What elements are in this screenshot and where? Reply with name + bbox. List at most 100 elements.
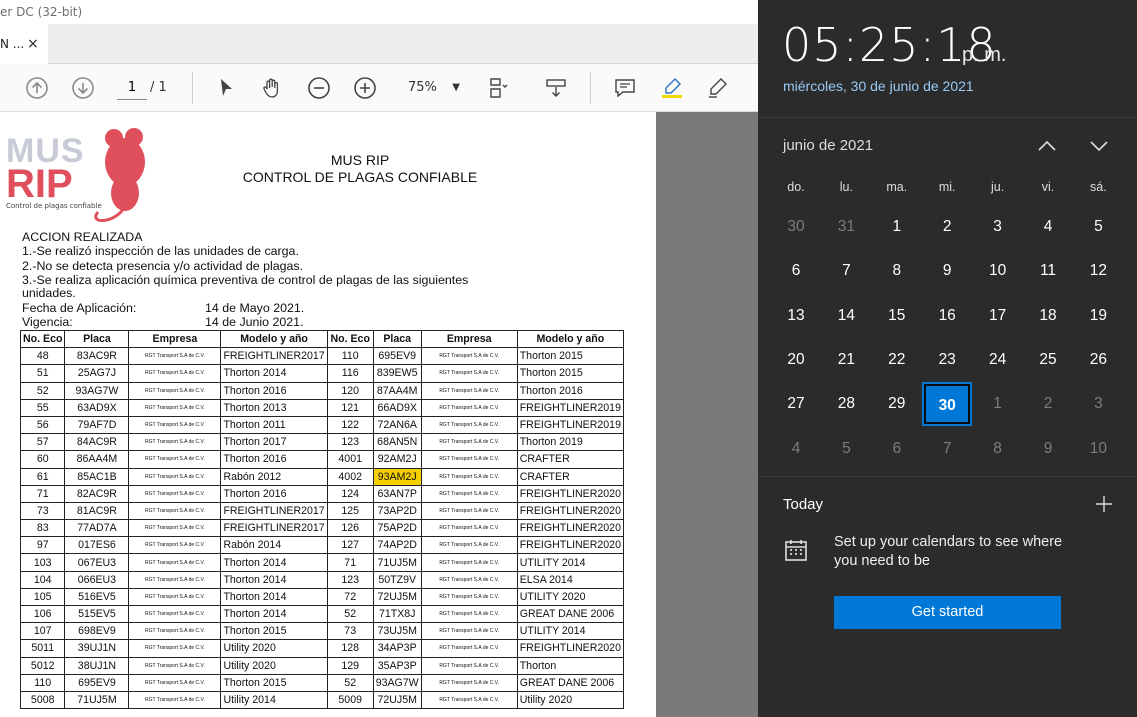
table-row: 106 515EV5 RGT Transport S.A de C.V. Thorto… [19,604,624,624]
empresa-cell: RGT Transport S.A de C.V. [420,570,518,589]
calendar-day[interactable]: 1 [874,207,920,247]
document-tab[interactable]: N ... × [0,24,48,64]
calendar-day[interactable]: 12 [1075,251,1121,291]
empresa-cell: RGT Transport S.A de C.V. [128,604,222,624]
calendar-day[interactable]: 29 [874,384,920,424]
calendar-day[interactable]: 5 [823,429,869,469]
calendar-day[interactable]: 23 [924,340,970,380]
next-page-icon[interactable] [70,75,96,101]
table-cell: 68AN5N [372,433,422,452]
calendar-day[interactable]: 4 [773,429,819,469]
table-cell: 129 [326,656,374,675]
calendar-day[interactable]: 3 [975,207,1021,247]
table-cell: 61 [19,467,66,486]
empresa-cell: RGT Transport S.A de C.V. [420,433,518,452]
table-cell: 121 [326,398,374,417]
fecha-label: Fecha de Aplicación: [22,301,137,315]
table-cell: 82AC9R [64,484,130,503]
calendar-day[interactable]: 2 [1025,384,1071,424]
calendar-day[interactable]: 24 [975,340,1021,380]
table-cell: 66AD9X [372,398,422,417]
logo-tagline: Control de plagas confiable [6,202,102,210]
calendar-day[interactable]: 5 [1075,207,1121,247]
table-cell: FREIGHTLINER2020 [516,484,624,503]
add-event-icon[interactable] [1094,494,1114,514]
calendar-day[interactable]: 10 [1075,429,1121,469]
calendar-day[interactable]: 21 [823,340,869,380]
calendar-day[interactable]: 19 [1075,296,1121,336]
calendar-day-today[interactable]: 30 [922,382,973,427]
scroll-mode-icon[interactable] [543,75,569,101]
calendar-day[interactable]: 11 [1025,251,1071,291]
empresa-cell: RGT Transport S.A de C.V. [128,622,222,641]
calendar-day[interactable]: 6 [874,429,920,469]
calendar-day[interactable]: 2 [924,207,970,247]
calendar-day[interactable]: 4 [1025,207,1071,247]
calendar-day[interactable]: 14 [823,296,869,336]
calendar-day[interactable]: 9 [924,251,970,291]
empresa-cell: RGT Transport S.A de C.V. [128,467,222,486]
chevron-down-icon[interactable] [1088,135,1110,157]
long-date-link[interactable]: miércoles, 30 de junio de 2021 [783,78,974,94]
comment-icon[interactable] [612,75,638,101]
table-cell: 51 [19,364,66,383]
calendar-day[interactable]: 3 [1075,384,1121,424]
table-cell: Utility 2014 [220,690,328,710]
table-cell: FREIGHTLINER2020 [516,519,624,538]
empresa-cell: RGT Transport S.A de C.V. [420,656,518,675]
empresa-cell: RGT Transport S.A de C.V. [128,656,222,675]
page-total: / 1 [150,80,167,95]
calendar-day[interactable]: 9 [1025,429,1071,469]
hand-tool-icon[interactable] [259,75,285,101]
highlighter-icon[interactable] [659,75,685,101]
calendar-day[interactable]: 6 [773,251,819,291]
action-heading: ACCION REALIZADA [22,230,143,244]
tab-close-icon[interactable]: × [27,24,39,64]
sign-icon[interactable] [705,75,731,101]
calendar-day[interactable]: 16 [924,296,970,336]
table-cell: 73 [19,501,66,521]
calendar-day[interactable]: 15 [874,296,920,336]
fit-page-icon[interactable] [485,75,511,101]
empresa-cell: RGT Transport S.A de C.V. [420,553,518,572]
empresa-cell: RGT Transport S.A de C.V. [128,450,222,469]
get-started-button[interactable]: Get started [834,596,1061,629]
calendar-day[interactable]: 8 [874,251,920,291]
calendar-icon [785,540,807,561]
calendar-day[interactable]: 1 [975,384,1021,424]
chevron-up-icon[interactable] [1036,135,1058,157]
table-row: 52 93AG7W RGT Transport S.A de C.V. Thorton… [19,381,624,400]
table-cell: 4002 [326,467,374,486]
calendar-day[interactable]: 10 [975,251,1021,291]
calendar-day[interactable]: 18 [1025,296,1071,336]
zoom-out-icon[interactable] [306,75,332,101]
calendar-day[interactable]: 20 [773,340,819,380]
zoom-in-icon[interactable] [352,75,378,101]
calendar-day[interactable]: 26 [1075,340,1121,380]
calendar-day[interactable]: 17 [975,296,1021,336]
calendar-day[interactable]: 27 [773,384,819,424]
calendar-day[interactable]: 7 [924,429,970,469]
table-cell: 34AP3P [372,639,422,658]
calendar-day[interactable]: 31 [823,207,869,247]
table-cell: 83 [19,519,66,538]
table-cell: 87AA4M [372,381,422,400]
calendar-day[interactable]: 22 [874,340,920,380]
zoom-select[interactable]: 75% ▼ [400,76,464,100]
calendar-day[interactable]: 13 [773,296,819,336]
header-cell: Placa [64,329,130,349]
calendar-day[interactable]: 7 [823,251,869,291]
calendar-day[interactable]: 25 [1025,340,1071,380]
clock-calendar-flyout: 05:25:18 p. m. miércoles, 30 de junio de… [758,0,1137,717]
calendar-day[interactable]: 28 [823,384,869,424]
calendar-month-title[interactable]: junio de 2021 [783,137,873,154]
calendar-day[interactable]: 30 [773,207,819,247]
table-cell: 017ES6 [64,536,130,555]
table-cell: 104 [19,570,66,589]
select-pointer-icon[interactable] [213,75,239,101]
previous-page-icon[interactable] [24,75,50,101]
calendar-day[interactable]: 8 [975,429,1021,469]
table-cell: UTILITY 2014 [516,622,624,641]
page-number-input[interactable]: 1 [117,76,147,100]
agenda-today-label: Today [783,496,824,513]
